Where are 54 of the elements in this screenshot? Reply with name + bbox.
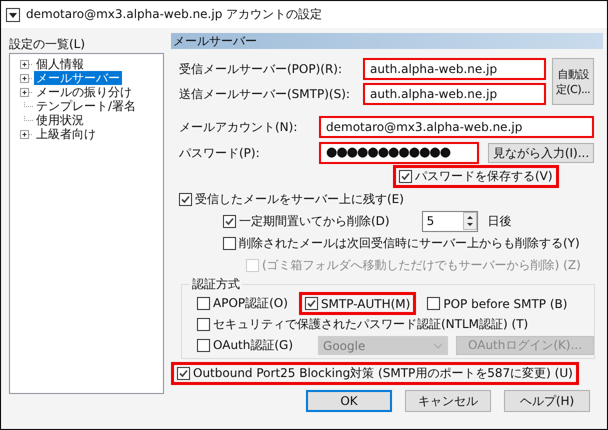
checkbox-label: APOP認証(O) [213,295,288,312]
expand-icon[interactable] [20,74,33,82]
tree-item[interactable]: メールの振り分け [34,85,134,99]
tree-item[interactable]: 上級者向け [34,127,98,141]
checkbox[interactable] [304,297,318,310]
unit-label: 日後 [488,212,512,230]
auto-config-button[interactable]: 自動設定(C)... [552,58,594,105]
checkbox-label: 削除されたメールは次回受信時にサーバー上からも削除する(Y) [239,234,580,252]
checkbox-label: Outbound Port25 Blocking対策 (SMTP用のポートを587に変更) (U) [193,365,573,382]
checkbox[interactable] [427,297,440,310]
number-spinner[interactable]: 5 [422,210,478,232]
field-label: 送信メールサーバー(SMTP)(S): [178,86,351,102]
tree-item[interactable]: 使用状況 [34,113,86,127]
system-menu-icon[interactable] [6,8,20,22]
expand-icon[interactable] [20,60,33,68]
group-title: 認証方式 [191,276,241,293]
tree-item[interactable]: メールサーバー [34,71,122,85]
checkbox-label: パスワードを保存する(V) [415,168,553,185]
checkbox-label: POP before SMTP (B) [443,296,568,310]
field-label: パスワード(P): [178,144,261,162]
checkbox[interactable] [197,318,210,331]
dialog-button[interactable]: OK [306,390,392,412]
checkbox-label: OAuth認証(G) [213,337,294,354]
checkbox-label: 一定期間置いてから削除(D) [239,212,390,230]
checkbox[interactable] [223,214,236,228]
checkbox-label: 受信したメールをサーバー上に残す(E) [195,190,404,208]
checkbox[interactable] [177,367,190,380]
window-title: demotaro@mx3.alpha-web.ne.jp アカウントの設定 [26,6,322,23]
spin-arrows-icon[interactable] [462,212,477,230]
tree-item[interactable]: テンプレート/署名 [34,99,138,113]
show-password-button[interactable]: 見ながら入力(I)... [488,143,594,163]
input-field[interactable]: auth.alpha-web.ne.jp [363,58,546,80]
checkbox[interactable] [179,192,192,206]
expand-icon[interactable] [20,88,33,96]
field-label: 受信メールサーバー(POP)(R): [178,60,344,78]
settings-list-label: 設定の一覧(L) [9,36,86,53]
checkbox[interactable] [197,297,210,310]
field-label: メールアカウント(N): [178,118,298,136]
checkbox[interactable] [223,236,236,250]
checkbox-label: SMTP-AUTH(M) [320,296,410,310]
checkbox-label: セキュリティで保護されたパスワード認証(NTLM認証) (T) [213,316,528,333]
dialog-button[interactable]: キャンセル [405,390,492,412]
settings-tree[interactable]: 個人情報 メールサーバー メールの振り分け テンプレート/署名 使用状況 上級者向け [9,53,164,394]
dialog-button[interactable]: ヘルプ(H) [504,390,590,412]
checkbox[interactable] [399,170,412,183]
input-field[interactable]: demotaro@mx3.alpha-web.ne.jp [319,116,594,138]
input-field[interactable]: auth.alpha-web.ne.jp [363,83,546,105]
password-field[interactable]: ●●●●●●●●●●●● [319,142,479,164]
expand-icon[interactable] [20,130,33,138]
checkbox-label: (ゴミ箱フォルダへ移動しただけでもサーバーから削除) (Z) [262,256,581,274]
checkbox[interactable] [197,339,210,352]
section-header: メールサーバー [171,33,604,49]
tree-item[interactable]: 個人情報 [34,57,86,71]
chevron-down-icon [433,342,444,348]
